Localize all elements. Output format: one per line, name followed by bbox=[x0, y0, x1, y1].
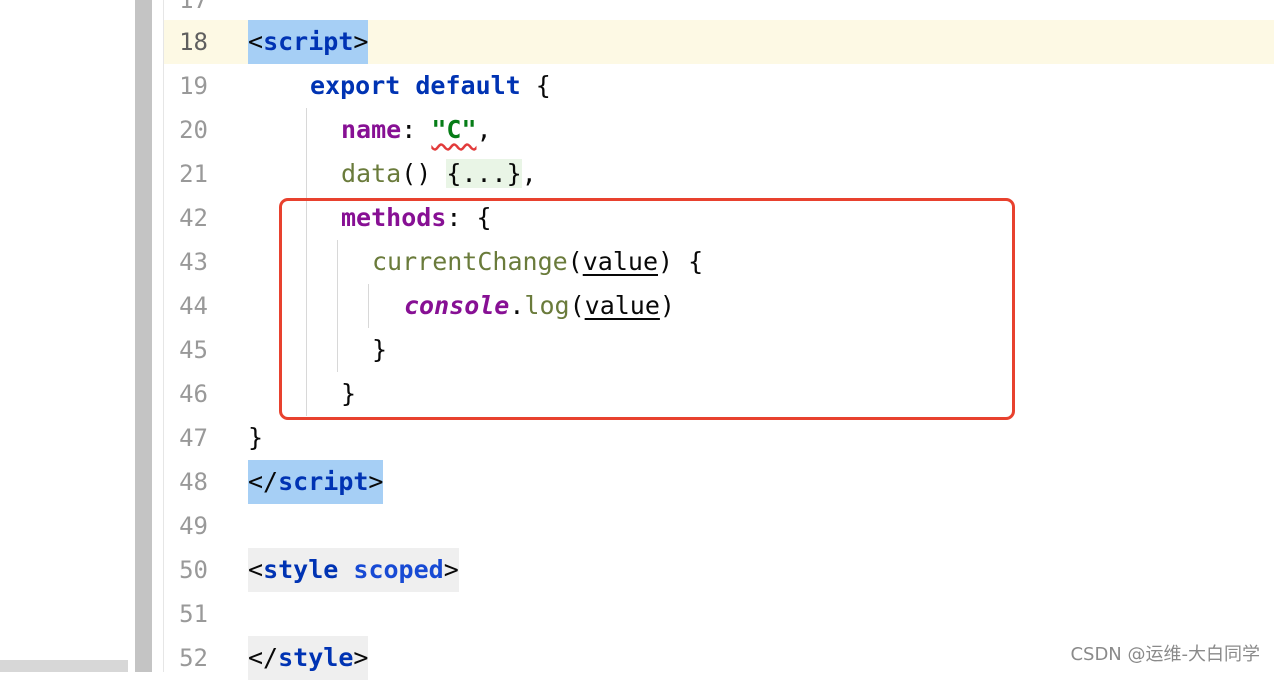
panel-scroll-track[interactable] bbox=[0, 660, 128, 672]
export-statement: export default { bbox=[310, 71, 551, 100]
line-number: 51 bbox=[179, 600, 208, 628]
line-number: 50 bbox=[179, 556, 208, 584]
line-number: 47 bbox=[179, 424, 208, 452]
line-number: 45 bbox=[179, 336, 208, 364]
script-close-tag: </script> bbox=[248, 460, 384, 504]
code-line: 20 name: "C", bbox=[164, 108, 1274, 152]
line-number: 52 bbox=[179, 644, 208, 672]
line-number: 44 bbox=[179, 292, 208, 320]
style-close-tag: </style> bbox=[248, 636, 369, 680]
code-line: 47 } bbox=[164, 416, 1274, 460]
closing-brace: } bbox=[248, 423, 264, 452]
annotation-highlight-box bbox=[279, 198, 1015, 420]
watermark: CSDN @运维-大白同学 bbox=[1070, 644, 1260, 665]
code-line: 18 <script> bbox=[164, 20, 1274, 64]
style-open-tag: <style scoped> bbox=[248, 548, 459, 592]
scrollbar-thumb[interactable] bbox=[135, 0, 152, 672]
line-number: 21 bbox=[179, 160, 208, 188]
line-number: 17 bbox=[179, 0, 208, 14]
name-property: name: "C", bbox=[341, 115, 492, 144]
code-line: 49 bbox=[164, 504, 1274, 548]
data-method: data() {...}, bbox=[341, 159, 537, 188]
project-panel bbox=[0, 0, 130, 672]
line-number: 43 bbox=[179, 248, 208, 276]
code-line: 48 </script> bbox=[164, 460, 1274, 504]
line-number: 20 bbox=[179, 116, 208, 144]
line-number: 46 bbox=[179, 380, 208, 408]
code-line: 21 data() {...}, bbox=[164, 152, 1274, 196]
code-line: 19 export default { bbox=[164, 64, 1274, 108]
code-line: 17 bbox=[164, 0, 1274, 22]
folded-region[interactable]: {...} bbox=[446, 159, 522, 188]
line-number: 42 bbox=[179, 204, 208, 232]
script-open-tag: <script> bbox=[248, 20, 369, 64]
line-number: 19 bbox=[179, 72, 208, 100]
line-number: 18 bbox=[179, 28, 208, 56]
line-number: 48 bbox=[179, 468, 208, 496]
code-line: 50 <style scoped> bbox=[164, 548, 1274, 592]
vertical-scrollbar[interactable] bbox=[130, 0, 158, 672]
line-number: 49 bbox=[179, 512, 208, 540]
code-line: 51 bbox=[164, 592, 1274, 636]
